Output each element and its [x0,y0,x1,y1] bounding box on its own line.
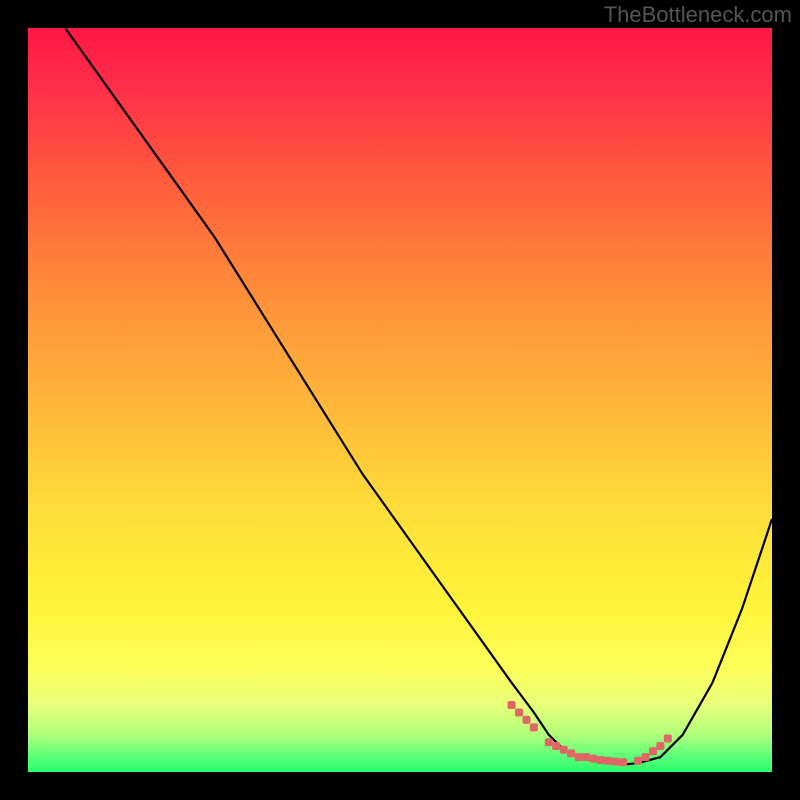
chart-curves [28,28,772,772]
watermark-text: TheBottleneck.com [604,2,792,28]
plot-area [28,28,772,772]
bottleneck-curve [65,28,772,765]
